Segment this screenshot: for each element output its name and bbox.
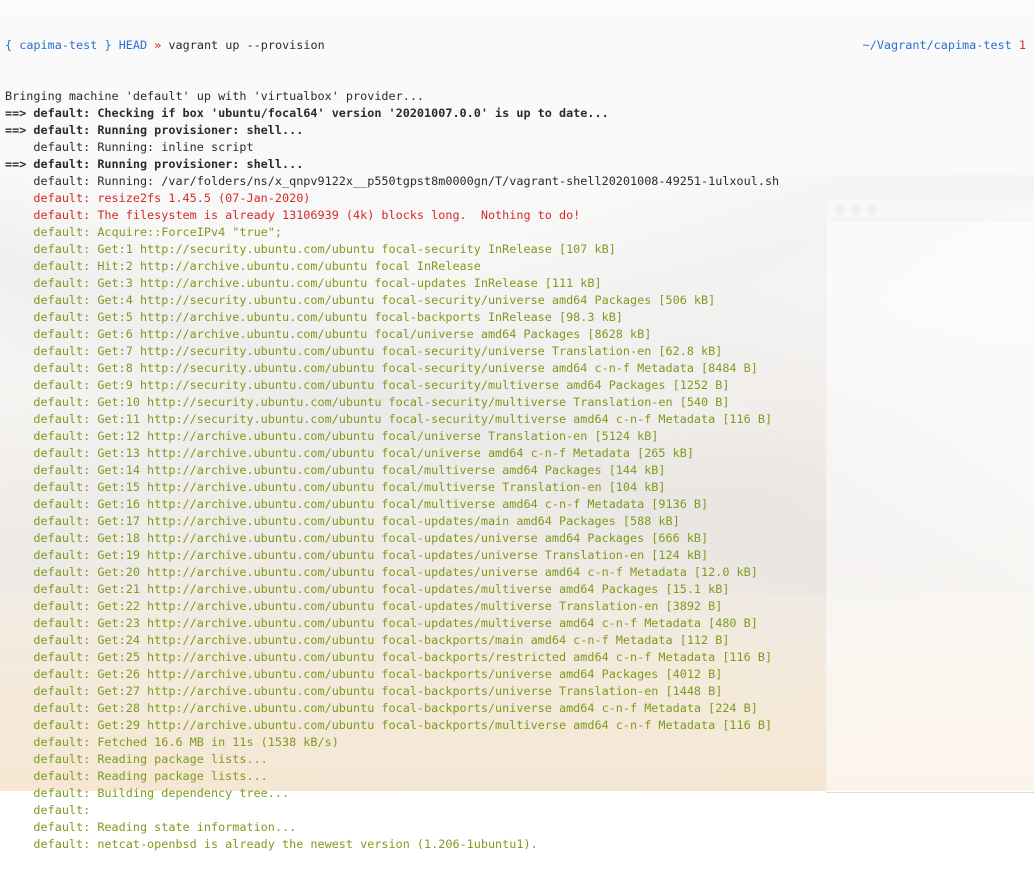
output-line: default: Get:24 http://archive.ubuntu.co… <box>5 633 730 647</box>
output-line: default: Hit:2 http://archive.ubuntu.com… <box>5 259 481 273</box>
prompt-branch: HEAD <box>118 38 148 52</box>
prompt-open-brace: { <box>5 38 20 52</box>
output-line: default: Get:13 http://archive.ubuntu.co… <box>5 446 694 460</box>
output-lines: Bringing machine 'default' up with 'virt… <box>5 88 1034 853</box>
output-line: default: <box>5 803 91 817</box>
output-line: default: Get:27 http://archive.ubuntu.co… <box>5 684 723 698</box>
output-line: default: The filesystem is already 13106… <box>5 208 581 222</box>
output-line: default: Get:14 http://archive.ubuntu.co… <box>5 463 666 477</box>
output-line: default: Reading package lists... <box>5 752 268 766</box>
output-line: default: Get:26 http://archive.ubuntu.co… <box>5 667 723 681</box>
output-line: ==> default: Checking if box 'ubuntu/foc… <box>5 106 609 120</box>
output-line: default: Get:7 http://security.ubuntu.co… <box>5 344 723 358</box>
output-line: ==> default: Running provisioner: shell.… <box>5 123 304 137</box>
output-line: default: Get:20 http://archive.ubuntu.co… <box>5 565 758 579</box>
prompt-cwd: ~/Vagrant/capima-test <box>862 38 1012 52</box>
terminal-window[interactable]: { capima-test } HEAD » vagrant up --prov… <box>0 0 1034 851</box>
output-line: default: Get:9 http://security.ubuntu.co… <box>5 378 730 392</box>
output-line: default: Get:5 http://archive.ubuntu.com… <box>5 310 623 324</box>
output-line: default: Get:1 http://security.ubuntu.co… <box>5 242 616 256</box>
output-line: default: Get:15 http://archive.ubuntu.co… <box>5 480 666 494</box>
output-line: default: netcat-openbsd is already the n… <box>5 837 538 851</box>
output-line: default: Acquire::ForceIPv4 "true"; <box>5 225 282 239</box>
output-line: default: Get:3 http://archive.ubuntu.com… <box>5 276 602 290</box>
output-line: default: Reading package lists... <box>5 769 268 783</box>
output-line: default: resize2fs 1.45.5 (07-Jan-2020) <box>5 191 311 205</box>
output-line: default: Get:11 http://security.ubuntu.c… <box>5 412 773 426</box>
output-line: default: Get:22 http://archive.ubuntu.co… <box>5 599 723 613</box>
output-line: default: Fetched 16.6 MB in 11s (1538 kB… <box>5 735 339 749</box>
output-line: default: Get:17 http://archive.ubuntu.co… <box>5 514 680 528</box>
terminal-output: { capima-test } HEAD » vagrant up --prov… <box>5 3 1034 887</box>
output-line: default: Get:18 http://archive.ubuntu.co… <box>5 531 709 545</box>
output-line: ==> default: Running provisioner: shell.… <box>5 157 304 171</box>
output-line: default: Building dependency tree... <box>5 786 290 800</box>
prompt-exit-status: 1 <box>1018 38 1026 52</box>
output-line: default: Running: /var/folders/ns/x_qnpv… <box>5 174 780 188</box>
output-line: default: Get:23 http://archive.ubuntu.co… <box>5 616 758 630</box>
output-line: default: Get:16 http://archive.ubuntu.co… <box>5 497 709 511</box>
output-line: default: Get:25 http://archive.ubuntu.co… <box>5 650 773 664</box>
output-line: default: Get:29 http://archive.ubuntu.co… <box>5 718 773 732</box>
output-line: default: Reading state information... <box>5 820 297 834</box>
output-line: default: Get:12 http://archive.ubuntu.co… <box>5 429 659 443</box>
output-line: default: Get:8 http://security.ubuntu.co… <box>5 361 758 375</box>
prompt-project: capima-test <box>19 38 98 52</box>
prompt-close-brace: } <box>97 38 112 52</box>
output-line: Bringing machine 'default' up with 'virt… <box>5 89 425 103</box>
output-line: default: Get:28 http://archive.ubuntu.co… <box>5 701 758 715</box>
output-line: default: Get:21 http://archive.ubuntu.co… <box>5 582 730 596</box>
prompt-arrow: » <box>154 38 162 52</box>
prompt-line: { capima-test } HEAD » vagrant up --prov… <box>5 37 1034 54</box>
output-line: default: Get:4 http://security.ubuntu.co… <box>5 293 716 307</box>
prompt-right: ~/Vagrant/capima-test 1 <box>863 37 1026 54</box>
output-line: default: Get:19 http://archive.ubuntu.co… <box>5 548 709 562</box>
output-line: default: Get:6 http://archive.ubuntu.com… <box>5 327 652 341</box>
prompt-command: vagrant up --provision <box>168 38 325 52</box>
output-line: default: Get:10 http://security.ubuntu.c… <box>5 395 730 409</box>
output-line: default: Running: inline script <box>5 140 254 154</box>
